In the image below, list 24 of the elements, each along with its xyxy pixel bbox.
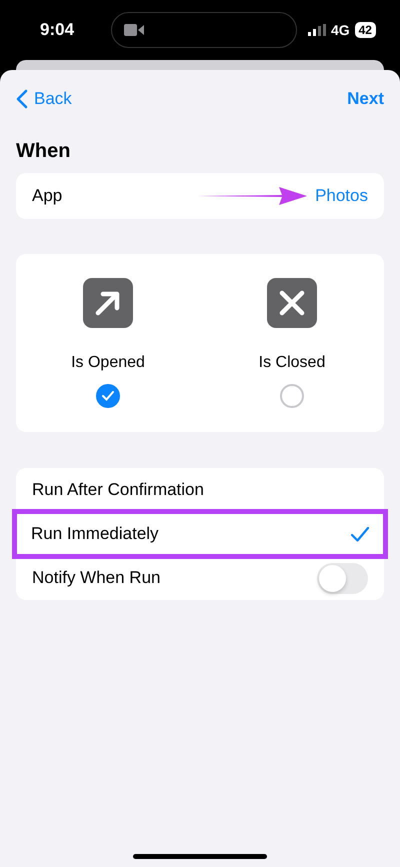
battery-indicator: 42 — [354, 22, 376, 38]
option-label: Run After Confirmation — [32, 480, 204, 500]
arrow-up-right-icon — [83, 278, 133, 328]
option-label: Notify When Run — [32, 568, 160, 588]
app-row[interactable]: App Photos — [16, 173, 384, 219]
toggle-switch[interactable] — [317, 562, 368, 594]
radio-button[interactable] — [96, 384, 120, 408]
option-row[interactable]: Notify When Run — [16, 556, 384, 600]
radio-button[interactable] — [280, 384, 304, 408]
trigger-label: Is Closed — [258, 354, 326, 372]
close-icon — [267, 278, 317, 328]
app-label: App — [32, 186, 62, 206]
camera-icon — [124, 23, 144, 37]
status-time: 9:04 — [40, 20, 76, 40]
option-row[interactable]: Run After Confirmation — [16, 468, 384, 512]
trigger-label: Is Opened — [71, 354, 145, 372]
option-label: Run Immediately — [31, 524, 159, 544]
signal-icon — [308, 24, 326, 36]
option-row[interactable]: Run Immediately — [15, 512, 385, 556]
app-value: Photos — [315, 186, 368, 206]
section-title: When — [16, 140, 72, 163]
chevron-left-icon — [16, 89, 28, 109]
check-icon — [102, 391, 114, 401]
network-label: 4G — [330, 22, 350, 38]
